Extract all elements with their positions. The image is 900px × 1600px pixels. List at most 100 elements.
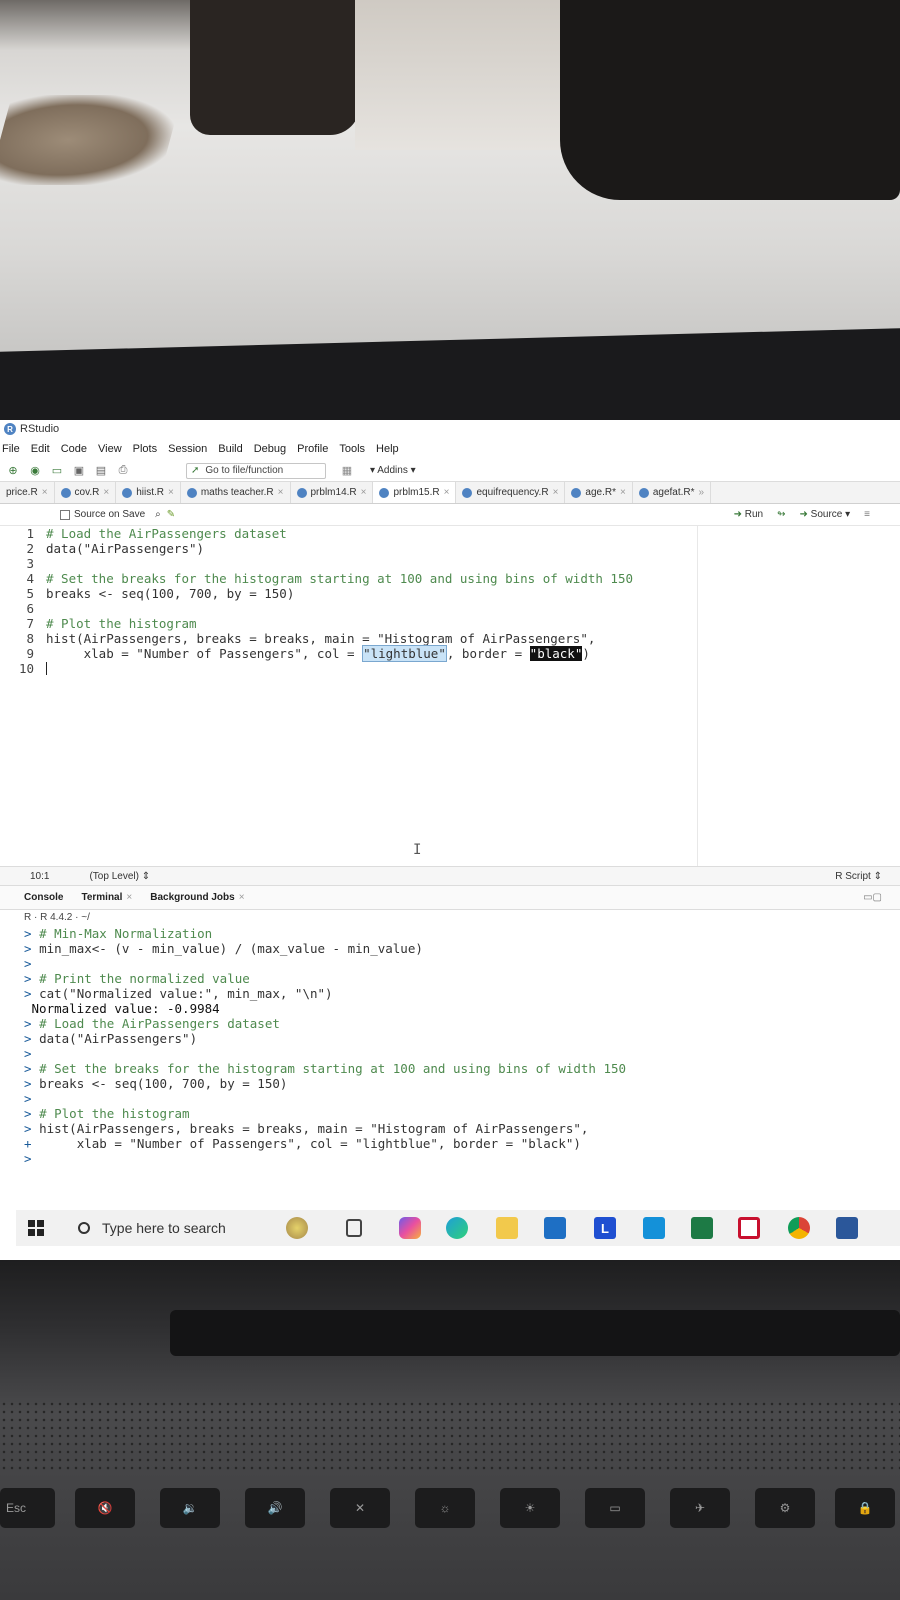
menu-profile[interactable]: Profile	[297, 443, 328, 455]
close-icon[interactable]: ×	[553, 487, 559, 498]
tab-cov[interactable]: cov.R ×	[55, 482, 117, 503]
menu-session[interactable]: Session	[168, 443, 207, 455]
close-icon[interactable]: ×	[103, 487, 109, 498]
console-output[interactable]: R · R 4.4.2 · ~/ > # Min-Max Normalizati…	[0, 910, 900, 1166]
console-line: >	[24, 956, 900, 971]
minimize-pane-icon[interactable]: ▭▢	[863, 892, 882, 903]
tab-label: equifrequency.R	[476, 487, 549, 498]
f4-key: ✕	[330, 1488, 390, 1528]
tab-agefat[interactable]: agefat.R* »	[633, 482, 712, 503]
menu-plots[interactable]: Plots	[133, 443, 157, 455]
console-text: # Load the AirPassengers dataset	[39, 1016, 280, 1031]
code-line: 9 xlab = "Number of Passengers", col = "…	[0, 645, 900, 662]
code-line: 4 # Set the breaks for the histogram star…	[0, 571, 900, 586]
file-type-selector[interactable]: R Script ⇕	[835, 871, 900, 882]
outline-icon[interactable]: ≡	[864, 509, 870, 520]
console-prompt: >	[24, 1076, 32, 1091]
margin-guide	[697, 526, 698, 866]
file-explorer-icon[interactable]	[496, 1217, 518, 1239]
code-line: 10	[0, 661, 900, 676]
close-icon[interactable]: ×	[126, 892, 132, 903]
rerun-icon[interactable]: ↬	[777, 509, 785, 520]
menu-help[interactable]: Help	[376, 443, 399, 455]
menu-view[interactable]: View	[98, 443, 122, 455]
close-icon[interactable]: ×	[444, 487, 450, 498]
chrome-icon[interactable]	[788, 1217, 810, 1239]
console-prompt: >	[24, 1016, 32, 1031]
mcafee-icon[interactable]	[738, 1217, 760, 1239]
console-line: + xlab = "Number of Passengers", col = "…	[24, 1136, 900, 1151]
console-text: # Set the breaks for the histogram start…	[39, 1061, 627, 1076]
tab-label: age.R*	[585, 487, 616, 498]
wall-corner	[355, 0, 565, 150]
close-icon[interactable]: ×	[239, 892, 245, 903]
print-icon[interactable]: ⎙	[114, 464, 132, 478]
tab-age[interactable]: age.R* ×	[565, 482, 633, 503]
f3-key: 🔊	[245, 1488, 305, 1528]
console-line: > # Plot the histogram	[24, 1106, 900, 1121]
editor-tabs: price.R × cov.R × hiist.R × maths teacher.R…	[0, 482, 900, 504]
tab-label: agefat.R*	[652, 487, 695, 498]
tab-hiist[interactable]: hiist.R ×	[116, 482, 181, 503]
f6-key: ☀	[500, 1488, 560, 1528]
menu-build[interactable]: Build	[218, 443, 242, 455]
close-icon[interactable]: ×	[361, 487, 367, 498]
console-line: > cat("Normalized value:", min_max, "\n"…	[24, 986, 900, 1001]
copilot-icon[interactable]	[399, 1217, 421, 1239]
menu-code[interactable]: Code	[61, 443, 87, 455]
r-file-icon	[60, 487, 71, 498]
title-bar: R RStudio	[0, 420, 900, 438]
run-button[interactable]: ➜ Run	[734, 509, 764, 520]
more-tabs-icon[interactable]: »	[699, 487, 705, 498]
tab-background-jobs[interactable]: Background Jobs	[150, 892, 234, 903]
grid-icon[interactable]: ▦	[338, 464, 356, 478]
addins-menu[interactable]: ▾ Addins ▾	[370, 465, 416, 476]
open-file-icon[interactable]: ▭	[48, 464, 66, 478]
taskbar-search-box[interactable]: Type here to search	[78, 1220, 226, 1236]
console-prompt: >	[24, 986, 32, 1001]
tab-console[interactable]: Console	[24, 892, 63, 903]
menu-bar: File Edit Code View Plots Session Build …	[0, 438, 900, 460]
tab-equifrequency[interactable]: equifrequency.R ×	[456, 482, 566, 503]
search-icon[interactable]: ⌕	[155, 509, 161, 520]
close-icon[interactable]: ×	[620, 487, 626, 498]
mail-icon[interactable]	[544, 1217, 566, 1239]
windows-start-icon[interactable]	[28, 1220, 44, 1236]
tab-price[interactable]: price.R ×	[0, 482, 55, 503]
menu-debug[interactable]: Debug	[254, 443, 286, 455]
source-on-save-checkbox[interactable]	[60, 509, 70, 520]
console-text: Normalized value: -0.9984	[31, 1001, 220, 1016]
save-icon[interactable]: ▣	[70, 464, 88, 478]
outlook-icon[interactable]	[643, 1217, 665, 1239]
task-view-icon[interactable]	[346, 1219, 362, 1237]
tab-maths-teacher[interactable]: maths teacher.R ×	[181, 482, 291, 503]
line-number: 8	[26, 631, 34, 646]
console-prompt: >	[24, 1031, 32, 1046]
lenovo-icon[interactable]: L	[594, 1217, 616, 1239]
close-icon[interactable]: ×	[168, 487, 174, 498]
console-line: > # Load the AirPassengers dataset	[24, 1016, 900, 1031]
menu-tools[interactable]: Tools	[339, 443, 365, 455]
edge-icon[interactable]	[446, 1217, 468, 1239]
widgets-icon[interactable]	[286, 1217, 308, 1239]
close-icon[interactable]: ×	[42, 487, 48, 498]
tab-prblm15[interactable]: prblm15.R ×	[373, 482, 457, 503]
code-segment: , border =	[446, 646, 530, 661]
windows-taskbar: Type here to search L	[16, 1210, 900, 1246]
new-file-icon[interactable]: ⊕	[4, 464, 22, 478]
code-editor[interactable]: 1 # Load the AirPassengers dataset 2 data(…	[0, 526, 900, 866]
close-icon[interactable]: ×	[278, 487, 284, 498]
go-to-file-input[interactable]: ➚ Go to file/function	[186, 462, 326, 479]
tab-terminal[interactable]: Terminal	[81, 892, 122, 903]
menu-file[interactable]: File	[2, 443, 20, 455]
tab-prblm14[interactable]: prblm14.R ×	[291, 482, 374, 503]
save-all-icon[interactable]: ▤	[92, 464, 110, 478]
console-prompt: >	[24, 971, 32, 986]
excel-icon[interactable]	[691, 1217, 713, 1239]
source-button[interactable]: ➜ Source ▾	[799, 509, 850, 520]
word-icon[interactable]	[836, 1217, 858, 1239]
scope-selector[interactable]: (Top Level) ⇕	[89, 871, 150, 882]
menu-edit[interactable]: Edit	[31, 443, 50, 455]
magic-wand-icon[interactable]: ✎	[167, 509, 175, 520]
open-project-icon[interactable]: ◉	[26, 464, 44, 478]
